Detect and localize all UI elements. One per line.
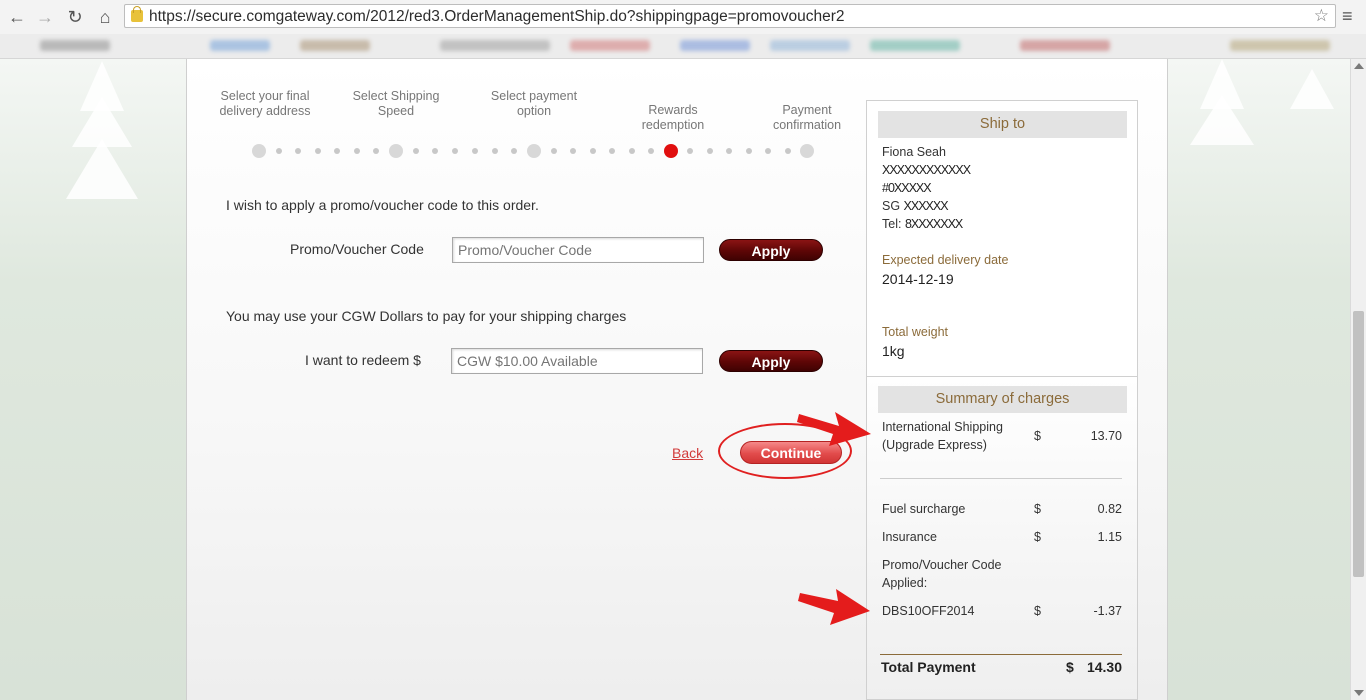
progress-dot	[471, 148, 478, 154]
cgw-apply-button[interactable]: Apply	[719, 350, 823, 372]
summary-divider	[880, 478, 1122, 479]
reload-icon[interactable]: ↻	[64, 6, 86, 28]
address-bar[interactable]: https://secure.comgateway.com/2012/red3.…	[124, 4, 1336, 28]
ship-to-address-line-3: SG XXXXXX	[882, 199, 949, 213]
insurance-currency: $	[1034, 530, 1041, 544]
progress-dot	[550, 148, 557, 154]
forward-arrow-icon[interactable]: →	[34, 6, 56, 28]
promo-intro: I wish to apply a promo/voucher code to …	[226, 197, 539, 213]
total-weight-value: 1kg	[882, 343, 905, 359]
bookmark-item[interactable]	[210, 40, 270, 51]
progress-step-dot	[252, 144, 266, 158]
step-1-label: Select your final delivery address	[219, 89, 311, 118]
intl-shipping-label: International Shipping	[882, 420, 1003, 434]
total-divider	[880, 654, 1122, 655]
intl-shipping-sublabel: (Upgrade Express)	[882, 438, 987, 452]
delivery-date-value: 2014-12-19	[882, 271, 954, 287]
cgw-label: I want to redeem $	[305, 352, 421, 368]
total-payment-label: Total Payment	[881, 659, 976, 675]
step-3-label: Select payment option	[490, 89, 578, 118]
progress-dot	[784, 148, 791, 154]
bookmark-item[interactable]	[40, 40, 110, 51]
promo-applied-label: Promo/Voucher Code	[882, 558, 1002, 572]
bookmark-item[interactable]	[440, 40, 550, 51]
step-4-label: Rewards redemption	[641, 103, 705, 132]
insurance-label: Insurance	[882, 530, 937, 544]
fuel-surcharge-label: Fuel surcharge	[882, 502, 966, 516]
insurance-amount: 1.15	[1097, 530, 1122, 544]
ship-to-header: Ship to	[878, 111, 1127, 138]
intl-shipping-amount: 13.70	[1090, 429, 1122, 443]
url-text: https://secure.comgateway.com/2012/red3.…	[149, 8, 845, 25]
home-icon[interactable]: ⌂	[94, 6, 116, 28]
bookmarks-bar	[0, 34, 1366, 59]
progress-dot	[314, 148, 321, 154]
cgw-redeem-input[interactable]	[451, 348, 703, 374]
progress-dot	[706, 148, 713, 154]
intl-shipping-currency: $	[1034, 429, 1041, 443]
progress-step-dot	[800, 144, 814, 158]
step-2-label: Select Shipping Speed	[352, 89, 440, 118]
progress-step-dot	[389, 144, 403, 158]
vertical-scrollbar[interactable]	[1350, 59, 1366, 700]
promo-applied-code: DBS10OFF2014	[882, 604, 975, 618]
bookmark-item[interactable]	[770, 40, 850, 51]
bookmark-item[interactable]	[1020, 40, 1110, 51]
ship-to-address-line-2: #0XXXXX	[882, 181, 932, 195]
ship-to-address-line-1: XXXXXXXXXXXX	[882, 163, 971, 177]
summary-header: Summary of charges	[878, 386, 1127, 413]
scroll-up-icon[interactable]	[1354, 63, 1364, 69]
promo-applied-currency: $	[1034, 604, 1041, 618]
ship-to-name: Fiona Seah	[882, 145, 946, 159]
fuel-surcharge-currency: $	[1034, 502, 1041, 516]
promo-apply-button[interactable]: Apply	[719, 239, 823, 261]
bookmark-item[interactable]	[570, 40, 650, 51]
promo-label: Promo/Voucher Code	[290, 241, 424, 257]
bookmark-star-icon[interactable]: ☆	[1314, 6, 1329, 26]
back-link[interactable]: Back	[672, 445, 703, 461]
progress-dot	[491, 148, 498, 154]
step-5-label: Payment confirmation	[772, 103, 842, 132]
tree-decoration	[1190, 95, 1254, 145]
bookmark-item[interactable]	[680, 40, 750, 51]
progress-dot	[412, 148, 419, 154]
ship-to-telephone: Tel: 8XXXXXXX	[882, 217, 963, 231]
bookmark-item[interactable]	[1230, 40, 1330, 51]
bookmark-item[interactable]	[300, 40, 370, 51]
progress-dot	[628, 148, 635, 154]
progress-dot	[589, 148, 596, 154]
progress-dot	[353, 148, 360, 154]
browser-toolbar: ← → ↻ ⌂ https://secure.comgateway.com/20…	[0, 0, 1366, 35]
annotation-arrow-icon	[798, 589, 870, 625]
progress-step-dot	[664, 144, 678, 158]
promo-applied-amount: -1.37	[1093, 604, 1123, 618]
ship-to-tel-number: 8XXXXXXX	[904, 217, 963, 231]
progress-dot	[745, 148, 752, 154]
cgw-intro: You may use your CGW Dollars to pay for …	[226, 308, 627, 324]
ship-to-postal-code: XXXXXX	[903, 199, 949, 213]
back-arrow-icon[interactable]: ←	[6, 6, 28, 28]
tree-decoration	[1290, 69, 1334, 109]
scroll-down-icon[interactable]	[1354, 690, 1364, 696]
fuel-surcharge-amount: 0.82	[1097, 502, 1122, 516]
progress-dot	[275, 148, 282, 154]
scroll-thumb[interactable]	[1353, 311, 1364, 577]
delivery-date-label: Expected delivery date	[882, 253, 1009, 267]
bookmark-item[interactable]	[870, 40, 960, 51]
total-weight-label: Total weight	[882, 325, 949, 339]
annotation-arrow-icon	[797, 412, 871, 446]
progress-step-dot	[527, 144, 541, 158]
tree-decoration	[66, 139, 138, 199]
ship-to-country-code: SG	[882, 199, 901, 213]
promo-code-input[interactable]	[452, 237, 704, 263]
lock-icon	[131, 6, 143, 22]
menu-icon[interactable]: ≡	[1342, 6, 1353, 27]
total-payment-amount: 14.30	[1086, 659, 1122, 675]
ship-to-tel-prefix: Tel:	[882, 217, 902, 231]
promo-applied-sublabel: Applied:	[882, 576, 928, 590]
